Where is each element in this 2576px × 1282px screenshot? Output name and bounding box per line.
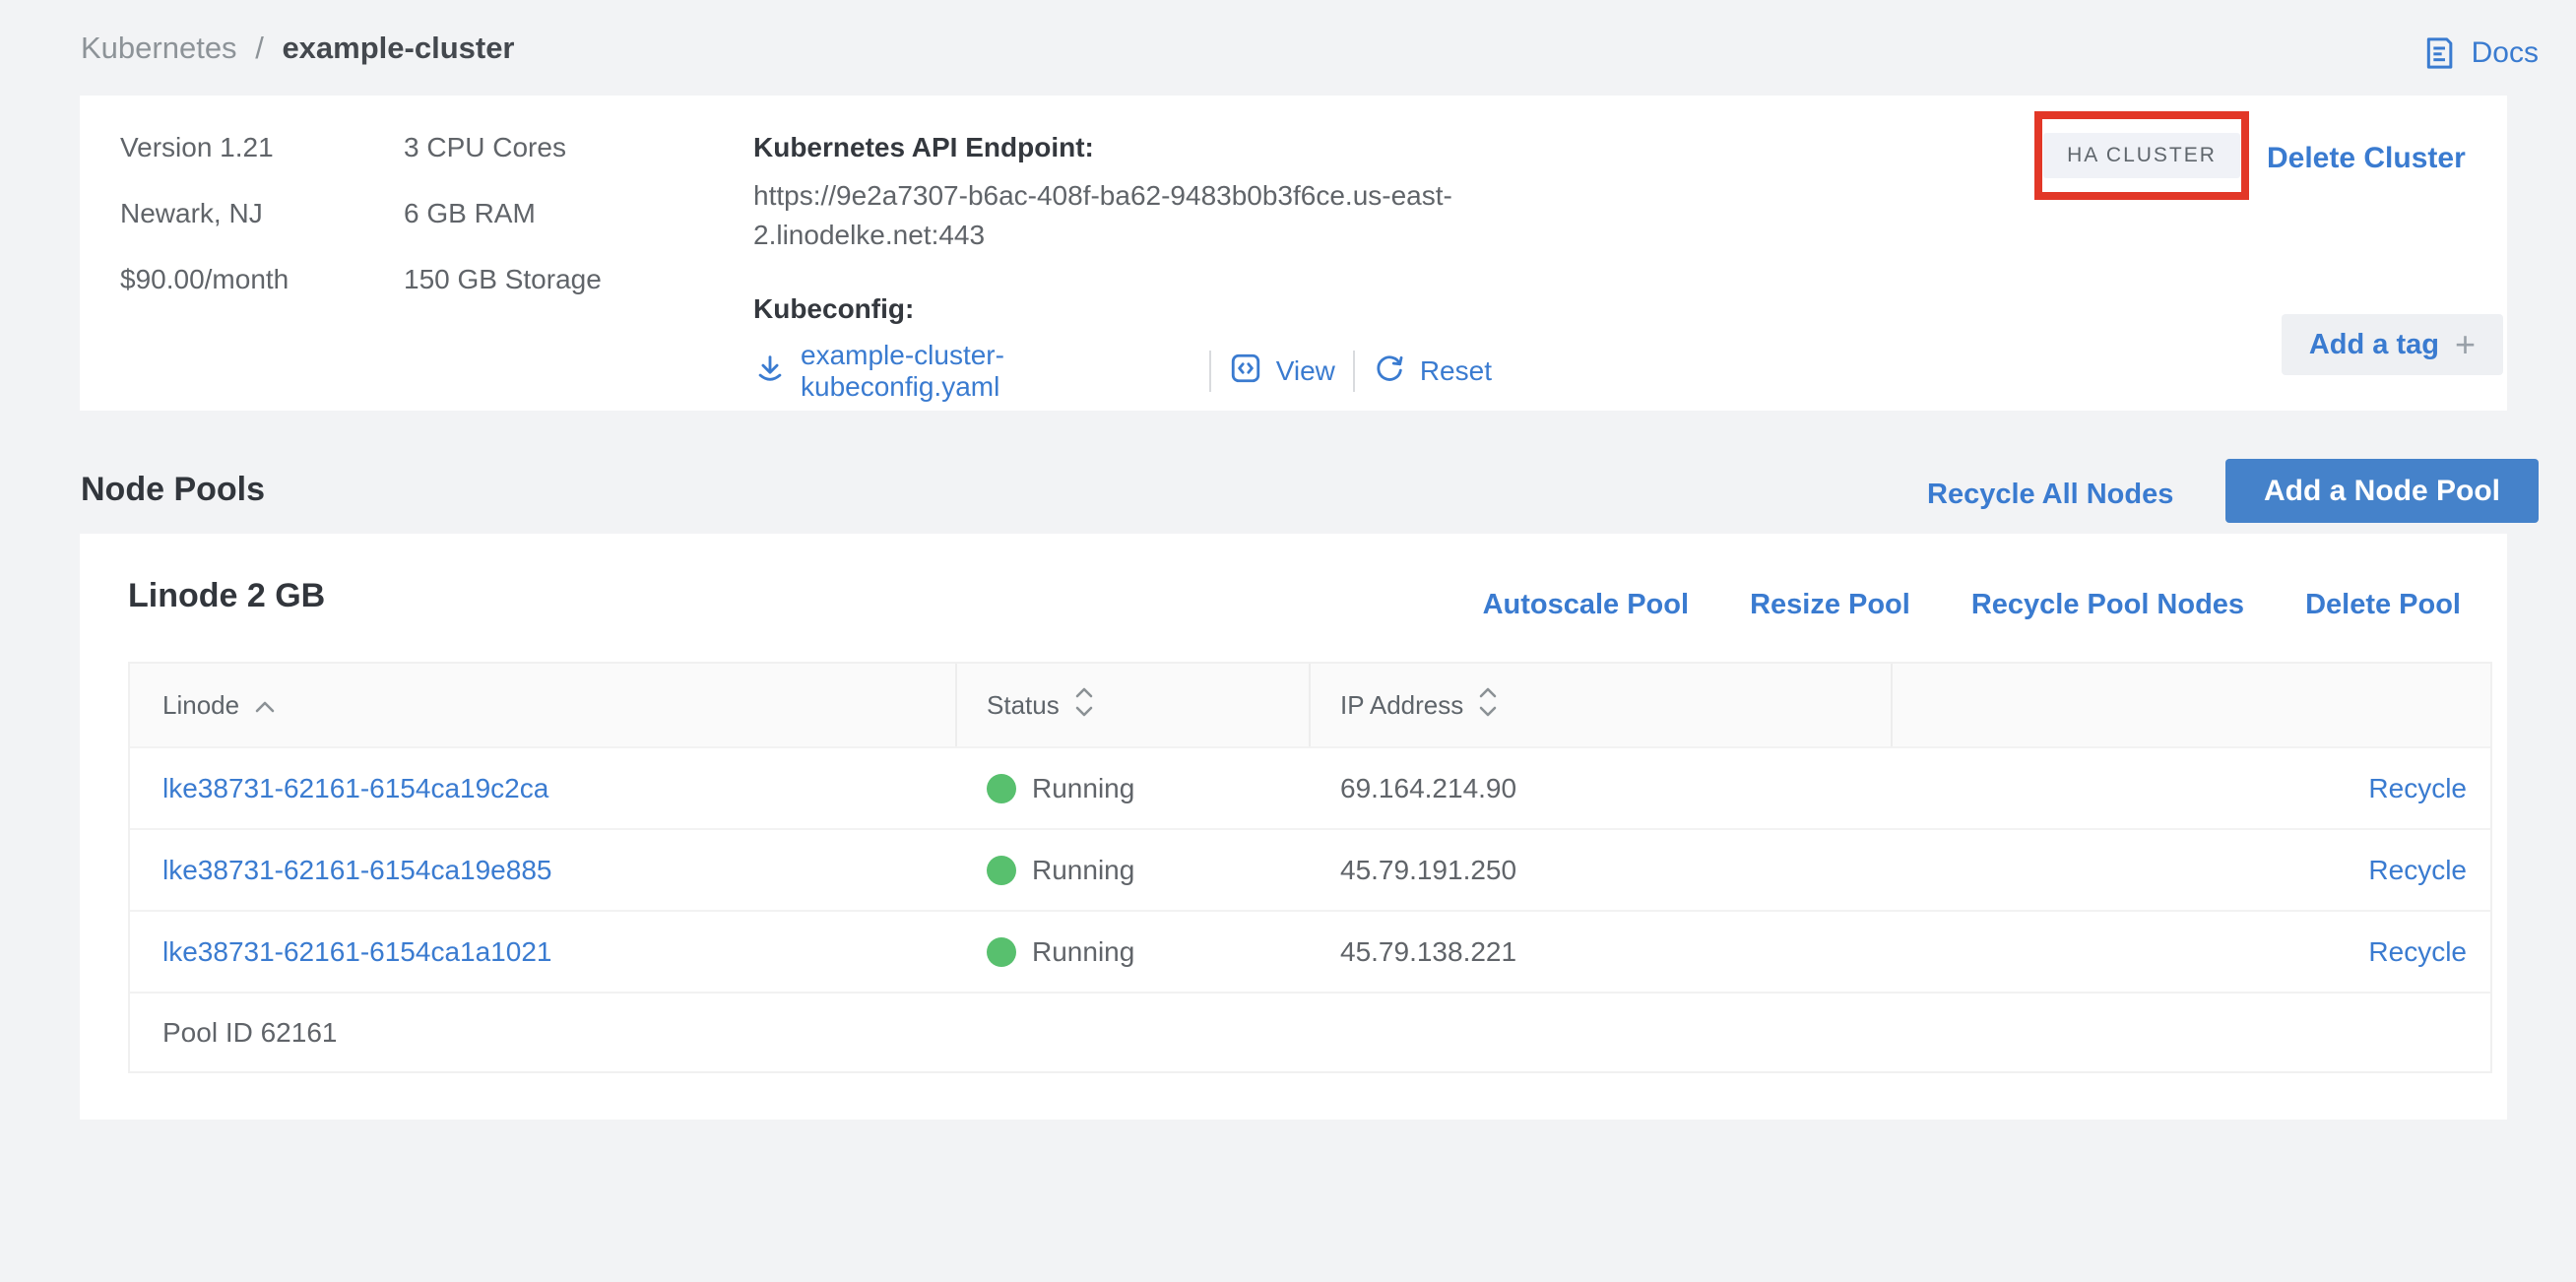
docs-icon (2420, 33, 2460, 73)
spec-storage: 150 GB Storage (404, 266, 602, 293)
ip-column-label: IP Address (1340, 690, 1463, 721)
divider (1209, 351, 1211, 392)
spec-version: Version 1.21 (120, 134, 289, 161)
endpoint-block: Kubernetes API Endpoint: https://9e2a730… (753, 131, 1492, 403)
spec-price: $90.00/month (120, 266, 289, 293)
add-node-pool-button[interactable]: Add a Node Pool (2225, 459, 2539, 523)
status-running-dot (987, 856, 1016, 885)
plus-icon: + (2455, 330, 2476, 359)
status-cell: Running (957, 773, 1311, 804)
column-header-status[interactable]: Status (957, 664, 1311, 746)
api-endpoint-label: Kubernetes API Endpoint: (753, 131, 1492, 164)
reset-label: Reset (1420, 355, 1492, 387)
status-text: Running (1032, 855, 1134, 886)
kubeconfig-row: example-cluster-kubeconfig.yaml View (753, 340, 1492, 403)
node-pools-title: Node Pools (81, 471, 265, 509)
spec-region: Newark, NJ (120, 200, 289, 227)
breadcrumb-current-cluster: example-cluster (282, 31, 514, 65)
spec-cpu: 3 CPU Cores (404, 134, 602, 161)
delete-cluster-button[interactable]: Delete Cluster (2267, 142, 2466, 175)
download-icon (753, 352, 787, 392)
status-cell: Running (957, 855, 1311, 886)
view-label: View (1276, 355, 1335, 387)
pool-actions: Autoscale Pool Resize Pool Recycle Pool … (1483, 589, 2461, 621)
delete-pool-button[interactable]: Delete Pool (2305, 589, 2461, 621)
table-row: lke38731-62161-6154ca19e885 Running 45.7… (130, 828, 2490, 910)
kubeconfig-view-button[interactable]: View (1229, 352, 1335, 392)
recycle-pool-nodes-button[interactable]: Recycle Pool Nodes (1971, 589, 2244, 621)
docs-label: Docs (2472, 36, 2539, 70)
refresh-icon (1373, 352, 1406, 392)
kubeconfig-filename: example-cluster-kubeconfig.yaml (801, 340, 1191, 403)
api-endpoint-url: https://9e2a7307-b6ac-408f-ba62-9483b0b3… (753, 176, 1492, 255)
status-running-dot (987, 774, 1016, 803)
breadcrumb-separator: / (255, 31, 264, 65)
column-header-linode[interactable]: Linode (130, 664, 957, 746)
node-link[interactable]: lke38731-62161-6154ca1a1021 (162, 936, 551, 967)
sort-both-icon (1477, 685, 1499, 726)
sort-both-icon (1073, 685, 1095, 726)
column-header-actions (1893, 664, 2490, 746)
ip-address: 69.164.214.90 (1311, 773, 1893, 804)
nodes-table: Linode Status IP Address (128, 662, 2492, 1073)
docs-link[interactable]: Docs (2420, 33, 2539, 73)
table-row: lke38731-62161-6154ca19c2ca Running 69.1… (130, 746, 2490, 828)
status-column-label: Status (987, 690, 1060, 721)
table-row: lke38731-62161-6154ca1a1021 Running 45.7… (130, 910, 2490, 992)
resize-pool-button[interactable]: Resize Pool (1750, 589, 1910, 621)
table-footer: Pool ID 62161 (130, 992, 2490, 1071)
kubeconfig-download-link[interactable]: example-cluster-kubeconfig.yaml (753, 340, 1191, 403)
table-header: Linode Status IP Address (130, 664, 2490, 746)
kubeconfig-reset-button[interactable]: Reset (1373, 352, 1492, 392)
add-tag-label: Add a tag (2309, 329, 2439, 361)
column-header-ip-address[interactable]: IP Address (1311, 664, 1893, 746)
linode-column-label: Linode (162, 690, 239, 721)
node-pool-panel: Linode 2 GB Autoscale Pool Resize Pool R… (80, 534, 2507, 1120)
spec-column-1: Version 1.21 Newark, NJ $90.00/month (120, 134, 289, 332)
add-tag-button[interactable]: Add a tag + (2282, 314, 2503, 375)
breadcrumb-kubernetes-link[interactable]: Kubernetes (81, 31, 237, 65)
sort-ascending-icon (253, 690, 277, 721)
cluster-summary-panel: Version 1.21 Newark, NJ $90.00/month 3 C… (80, 96, 2507, 411)
spec-column-2: 3 CPU Cores 6 GB RAM 150 GB Storage (404, 134, 602, 332)
spec-ram: 6 GB RAM (404, 200, 602, 227)
recycle-all-nodes-button[interactable]: Recycle All Nodes (1927, 479, 2173, 511)
pool-id-label: Pool ID 62161 (130, 1017, 337, 1049)
status-cell: Running (957, 936, 1311, 968)
recycle-node-button[interactable]: Recycle (2368, 936, 2467, 967)
recycle-node-button[interactable]: Recycle (2368, 855, 2467, 885)
ha-cluster-badge: HA CLUSTER (2043, 133, 2240, 178)
node-link[interactable]: lke38731-62161-6154ca19e885 (162, 855, 551, 885)
autoscale-pool-button[interactable]: Autoscale Pool (1483, 589, 1690, 621)
pool-name: Linode 2 GB (128, 577, 325, 615)
ip-address: 45.79.191.250 (1311, 855, 1893, 886)
status-text: Running (1032, 936, 1134, 968)
breadcrumb: Kubernetes / example-cluster (81, 28, 515, 69)
ip-address: 45.79.138.221 (1311, 936, 1893, 968)
status-text: Running (1032, 773, 1134, 804)
code-view-icon (1229, 352, 1262, 392)
node-link[interactable]: lke38731-62161-6154ca19c2ca (162, 773, 548, 803)
recycle-node-button[interactable]: Recycle (2368, 773, 2467, 803)
kubeconfig-label: Kubeconfig: (753, 292, 1492, 326)
status-running-dot (987, 937, 1016, 967)
divider (1353, 351, 1355, 392)
ha-cluster-annotation-box: HA CLUSTER (2034, 111, 2249, 200)
